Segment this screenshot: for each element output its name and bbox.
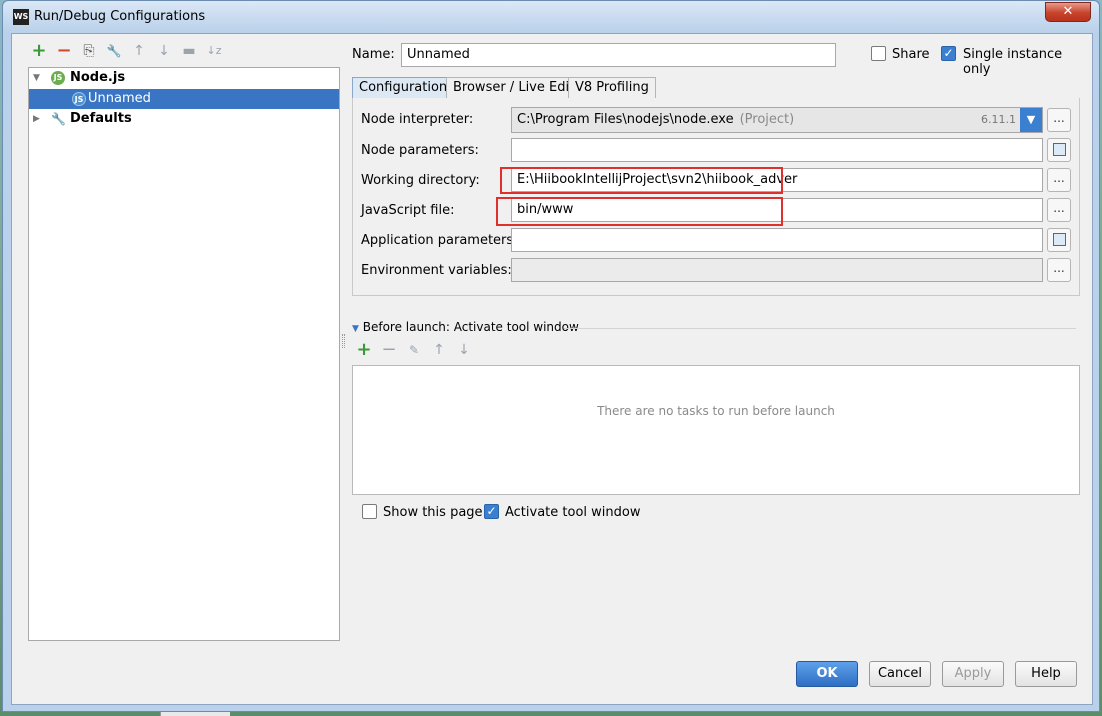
show-this-page-label: Show this page xyxy=(383,505,483,520)
move-up-button[interactable]: ↑ xyxy=(130,42,148,60)
tree-item-defaults[interactable]: ▶ 🔧 Defaults xyxy=(29,109,339,129)
close-button[interactable]: ✕ xyxy=(1045,2,1091,22)
copy-config-button[interactable]: ⎘ xyxy=(80,42,98,60)
node-version: 6.11.1 xyxy=(981,113,1016,126)
add-task-button[interactable]: + xyxy=(355,341,373,359)
help-button[interactable]: Help xyxy=(1015,661,1077,687)
window-title: Run/Debug Configurations xyxy=(34,9,206,24)
activate-tool-window-checkbox[interactable]: ✓ xyxy=(484,504,499,519)
section-divider xyxy=(564,328,1076,329)
node-interpreter-browse-button[interactable]: ... xyxy=(1047,108,1071,132)
ok-button[interactable]: OK xyxy=(796,661,858,687)
single-instance-label: Single instance only xyxy=(963,47,1063,77)
working-directory-browse-button[interactable]: ... xyxy=(1047,168,1071,192)
collapse-arrow-icon[interactable]: ▶ xyxy=(33,114,43,124)
config-tree[interactable]: ▼ JS Node.js JS Unnamed ▶ 🔧 Defaults xyxy=(28,67,340,641)
empty-tasks-message: There are no tasks to run before launch xyxy=(597,404,835,418)
edit-task-pencil-icon[interactable]: ✎ xyxy=(405,341,423,359)
application-parameters-label: Application parameters: xyxy=(361,233,518,248)
tab-v8-profiling[interactable]: V8 Profiling xyxy=(568,77,656,99)
apply-button[interactable]: Apply xyxy=(942,661,1004,687)
show-this-page-checkbox[interactable] xyxy=(362,504,377,519)
before-launch-title[interactable]: ▼ Before launch: Activate tool window xyxy=(352,320,579,334)
sort-button[interactable]: ↓z xyxy=(205,42,223,60)
environment-variables-label: Environment variables: xyxy=(361,263,512,278)
splitter-handle[interactable] xyxy=(342,334,345,348)
add-config-button[interactable]: + xyxy=(30,42,48,60)
tab-configuration[interactable]: Configuration xyxy=(352,77,455,99)
tree-item-label: Unnamed xyxy=(88,91,151,106)
tree-item-label: Node.js xyxy=(70,70,126,85)
cancel-button[interactable]: Cancel xyxy=(869,661,931,687)
collapse-triangle-icon[interactable]: ▼ xyxy=(352,324,359,334)
node-interpreter-select[interactable]: C:\Program Files\nodejs\node.exe (Project… xyxy=(511,107,1043,133)
name-input[interactable]: Unnamed xyxy=(401,43,836,67)
highlight-box xyxy=(496,197,783,226)
activate-tool-window-label: Activate tool window xyxy=(505,505,641,520)
tab-browser-live-edit[interactable]: Browser / Live Edit xyxy=(446,77,582,99)
nodejs-icon: JS xyxy=(51,71,65,85)
share-checkbox[interactable] xyxy=(871,46,886,61)
share-label: Share xyxy=(892,47,930,62)
tree-item-label: Defaults xyxy=(70,111,132,126)
node-parameters-input[interactable] xyxy=(511,138,1043,162)
tree-item-nodejs[interactable]: ▼ JS Node.js xyxy=(29,68,339,88)
before-launch-task-list[interactable]: There are no tasks to run before launch xyxy=(352,365,1080,495)
title-bar: WS Run/Debug Configurations ✕ xyxy=(3,1,1099,33)
node-interpreter-value: C:\Program Files\nodejs\node.exe xyxy=(517,112,734,127)
expand-icon xyxy=(1053,233,1066,246)
move-down-button[interactable]: ↓ xyxy=(155,42,173,60)
before-launch-label: Before launch: Activate tool window xyxy=(362,320,579,334)
highlight-box xyxy=(500,167,783,194)
expand-application-parameters-button[interactable] xyxy=(1047,228,1071,252)
dialog-window: WS Run/Debug Configurations ✕ + − ⎘ 🔧 ↑ … xyxy=(2,0,1100,712)
expand-node-parameters-button[interactable] xyxy=(1047,138,1071,162)
javascript-file-browse-button[interactable]: ... xyxy=(1047,198,1071,222)
webstorm-app-icon: WS xyxy=(13,9,29,25)
single-instance-checkbox[interactable]: ✓ xyxy=(941,46,956,61)
wrench-icon: 🔧 xyxy=(51,112,66,126)
environment-variables-input[interactable] xyxy=(511,258,1043,282)
expand-icon xyxy=(1053,143,1066,156)
edit-defaults-button[interactable]: 🔧 xyxy=(105,42,123,60)
expand-arrow-icon[interactable]: ▼ xyxy=(33,73,43,83)
working-directory-label: Working directory: xyxy=(361,173,480,188)
move-task-up-button[interactable]: ↑ xyxy=(430,341,448,359)
node-interpreter-tag: (Project) xyxy=(739,112,795,127)
node-interpreter-label: Node interpreter: xyxy=(361,112,474,127)
node-parameters-label: Node parameters: xyxy=(361,143,479,158)
remove-task-button[interactable]: − xyxy=(380,341,398,359)
tree-item-unnamed[interactable]: JS Unnamed xyxy=(29,89,339,109)
environment-variables-browse-button[interactable]: ... xyxy=(1047,258,1071,282)
javascript-file-label: JavaScript file: xyxy=(361,203,455,218)
remove-config-button[interactable]: − xyxy=(55,42,73,60)
move-task-down-button[interactable]: ↓ xyxy=(455,341,473,359)
nodejs-icon: JS xyxy=(72,92,86,106)
dialog-content: + − ⎘ 🔧 ↑ ↓ ▬ ↓z ▼ JS Node.js JS Unnamed… xyxy=(11,33,1093,705)
name-label: Name: xyxy=(352,47,395,62)
folder-button[interactable]: ▬ xyxy=(180,42,198,60)
application-parameters-input[interactable] xyxy=(511,228,1043,252)
dropdown-arrow-icon[interactable]: ▼ xyxy=(1020,108,1042,132)
